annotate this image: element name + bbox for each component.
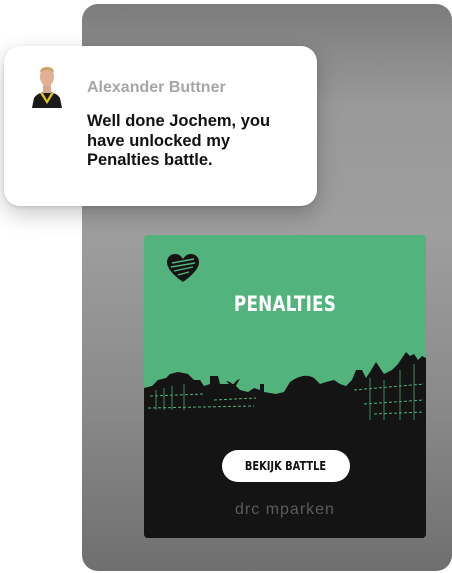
battle-card[interactable]: PENALTIES BEKIJK BATTLE drc mparken xyxy=(144,235,426,538)
view-battle-button-label: BEKIJK BATTLE xyxy=(245,459,327,473)
card-title: PENALTIES xyxy=(233,292,337,316)
player-avatar xyxy=(32,67,62,108)
view-battle-button[interactable]: BEKIJK BATTLE xyxy=(222,450,350,482)
notification-popup[interactable]: Alexander Buttner Well done Jochem, you … xyxy=(4,46,317,206)
notification-sender: Alexander Buttner xyxy=(87,79,226,96)
notification-message: Well done Jochem, you have unlocked my P… xyxy=(87,112,271,169)
bird-icon xyxy=(226,379,240,388)
heart-icon xyxy=(167,254,199,282)
brand-logo-text: drc mparken xyxy=(235,501,335,518)
